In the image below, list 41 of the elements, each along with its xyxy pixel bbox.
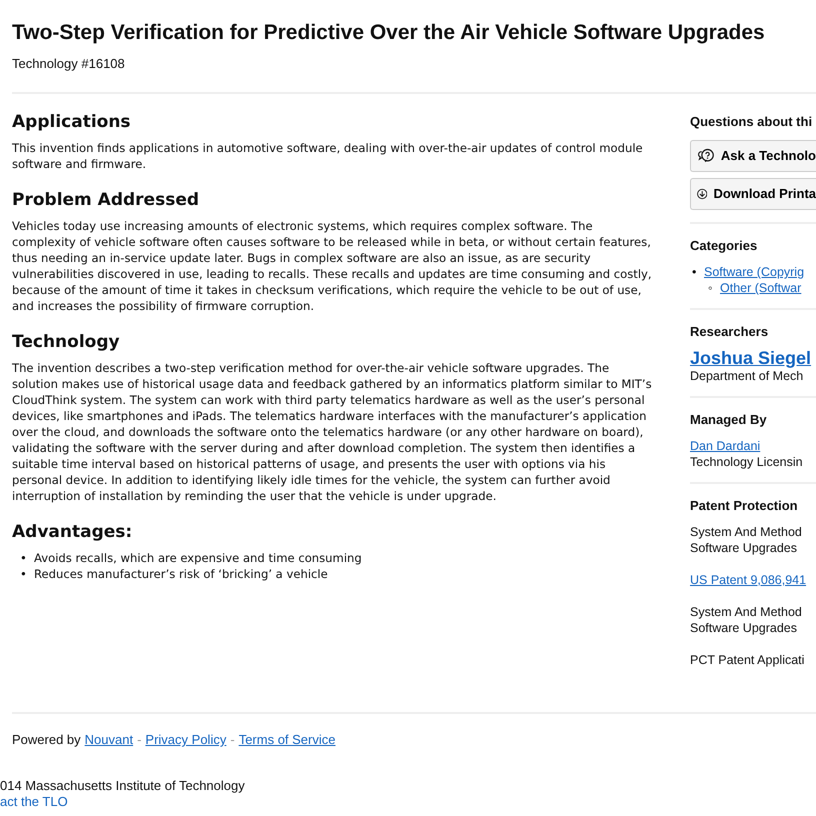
technology-number: Technology #16108 bbox=[12, 56, 126, 72]
ask-button[interactable]: Ask a Technolo bbox=[690, 140, 816, 172]
separator-text: - bbox=[230, 732, 235, 748]
copyright-text: 014 Massachusetts Institute of Technology bbox=[0, 778, 246, 794]
bullet-marker: • bbox=[20, 550, 28, 566]
office-text: Technology Licensin bbox=[690, 454, 804, 470]
section-heading: Applications bbox=[12, 112, 132, 132]
patent-link[interactable]: US Patent 9,086,941 bbox=[690, 572, 806, 588]
bullet-marker: • bbox=[20, 566, 28, 582]
category-link[interactable]: Software (Copyrig bbox=[704, 265, 804, 279]
sidebar-heading: Managed By bbox=[690, 412, 768, 428]
footer-link[interactable]: Privacy Policy bbox=[145, 732, 226, 748]
download-button[interactable]: Download Printa bbox=[690, 178, 816, 210]
researcher-link[interactable]: Joshua Siegel bbox=[690, 348, 812, 368]
section-heading: Technology bbox=[12, 332, 121, 352]
sidebar-heading: Questions about thi bbox=[690, 114, 814, 130]
patent-title: System And Method Software Upgrades bbox=[690, 524, 803, 556]
section-paragraph: The invention describes a two-step verification method for over-the-air vehicle software upgrades. The solution makes use of historical usage data and feedback gathered by an informatics platform similar to MIT’s CloudThink system. The system can work with third party telematics hardware as well as the user’s personal devices, like smartphones and iPads. The telematics hardware interfaces with the manufacturer’s application over the cloud, and downloads the software onto the telematics hardware (or any other hardware on board), validating the software with the server during and after download completion. The system then identifies a suitable time interval based on historical patterns of usage, and presents the user with options via his personal device. In addition to identifying likely idle times for the vehicle, the system can further avoid interruption of installation by reminding the user that the vehicle is under upgrade. bbox=[12, 360, 652, 504]
section-paragraph: This invention finds applications in automotive software, dealing with over-the-air updates of control module software and firmware. bbox=[12, 140, 644, 172]
bullet-marker: ◦ bbox=[708, 280, 714, 296]
footer-link[interactable]: Nouvant bbox=[84, 732, 134, 748]
powered-by-text: Powered by bbox=[12, 732, 81, 748]
patent-title: System And Method Software Upgrades bbox=[690, 604, 803, 636]
category-link[interactable]: Other (Softwar bbox=[720, 281, 802, 295]
manager-link[interactable]: Dan Dardani bbox=[690, 439, 760, 453]
separator-text: - bbox=[137, 732, 142, 748]
list-item: Reduces manufacturer’s risk of ‘bricking’ a vehicle bbox=[34, 567, 328, 581]
section-paragraph: Vehicles today use increasing amounts of electronic systems, which requires complex software. The complexity of vehicle software often causes software to be released while in beta, or without certain features, thus needing an in-service update later. Bugs in complex software are also an issue, as are security vulnerabilities discovered in use, leading to recalls. These recalls and updates are time consuming and costly, because of the amount of time it takes in checksum verifications, which require the vehicle to be out of use, and increases the possibility of firmware corruption. bbox=[12, 218, 652, 314]
department-text: Department of Mech bbox=[690, 368, 804, 384]
sidebar-heading: Categories bbox=[690, 238, 758, 254]
section-heading: Problem Addressed bbox=[12, 190, 200, 210]
patent-title: PCT Patent Applicati bbox=[690, 652, 806, 668]
contact-link[interactable]: act the TLO bbox=[0, 794, 68, 810]
sidebar-heading: Patent Protection bbox=[690, 498, 799, 514]
footer-link[interactable]: Terms of Service bbox=[238, 732, 336, 748]
page-title: Two-Step Verification for Predictive Over the Air Vehicle Software Upgrades bbox=[12, 20, 766, 46]
question-bubble-icon bbox=[697, 147, 715, 165]
bullet-marker: • bbox=[692, 264, 698, 280]
list-item: Avoids recalls, which are expensive and time consuming bbox=[34, 551, 362, 565]
section-heading: Advantages: bbox=[12, 522, 134, 542]
sidebar-heading: Researchers bbox=[690, 324, 770, 340]
